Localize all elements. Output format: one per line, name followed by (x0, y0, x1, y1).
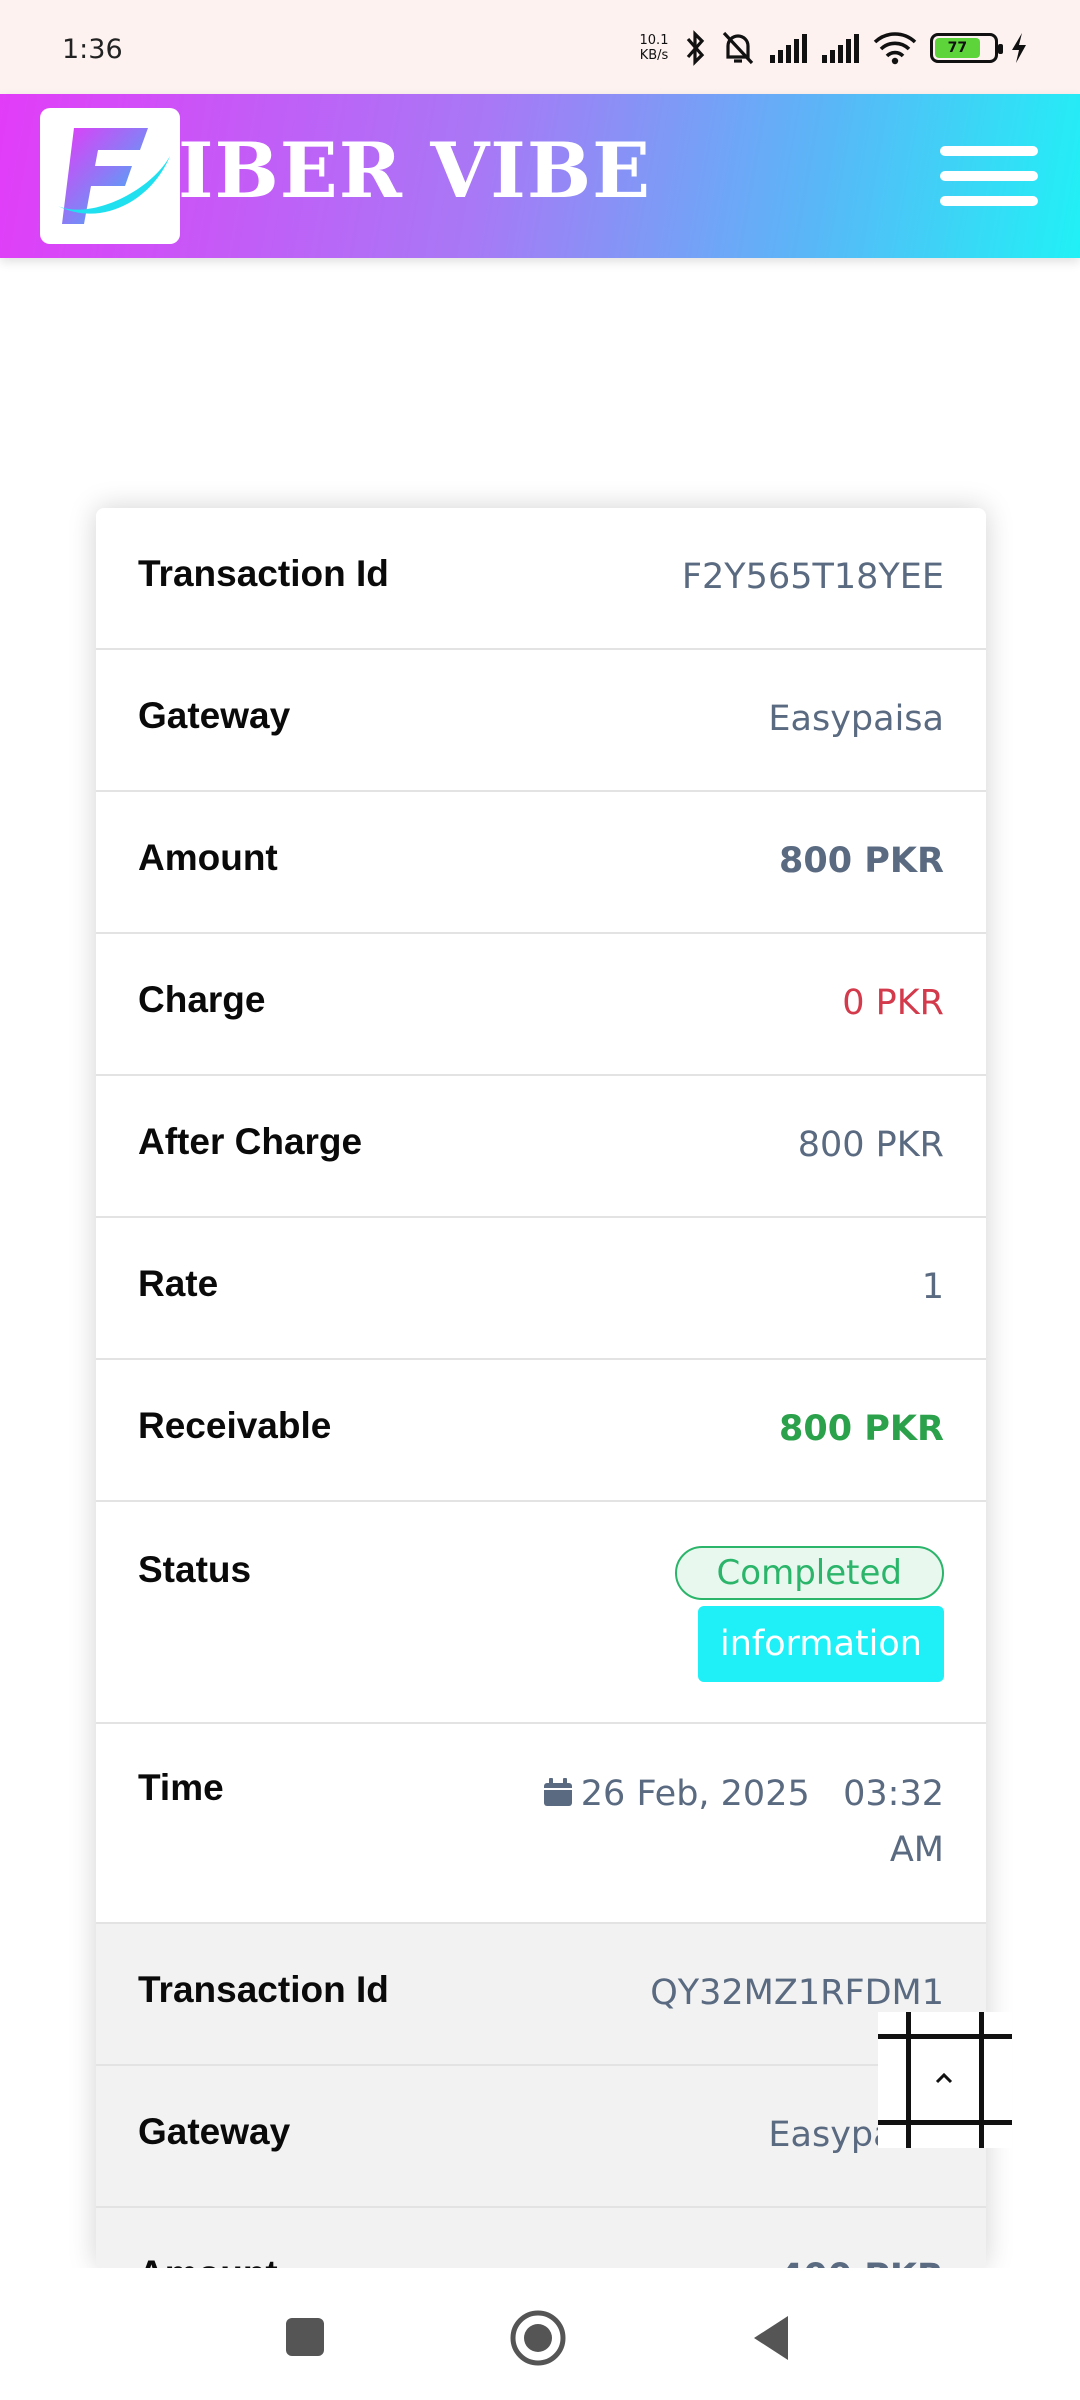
network-speed-value: 10.1 (639, 33, 669, 48)
after-charge-value: 800 PKR (797, 1125, 944, 1165)
back-triangle-icon[interactable] (744, 2308, 804, 2368)
after-charge-label: After Charge (138, 1121, 363, 1162)
network-speed-unit: KB/s (639, 48, 669, 63)
receivable-label: Receivable (138, 1405, 332, 1446)
row-amount-2: Amount 400 PKR (96, 2208, 986, 2268)
row-status: Status Completed information (96, 1502, 986, 1724)
scroll-button-line (878, 2120, 1012, 2125)
battery-level: 77 (935, 38, 980, 58)
gateway-value: Easypaisa (768, 699, 944, 739)
transaction-id-label: Transaction Id (138, 553, 389, 594)
status-badge: Completed (674, 1546, 944, 1600)
battery-icon: 77 (930, 33, 1003, 63)
signal-icon (768, 33, 808, 63)
chevron-up-icon (935, 2072, 953, 2084)
gateway-label: Gateway (138, 2111, 291, 2152)
status-bar: 1:36 10.1 KB/s 77 (0, 0, 1080, 94)
amount-label: Amount (138, 2252, 278, 2268)
information-button[interactable]: information (697, 1606, 944, 1682)
home-circle-icon[interactable] (508, 2308, 568, 2368)
charge-value: 0 PKR (842, 983, 944, 1023)
scroll-button-line (878, 2034, 1012, 2039)
logo-f-icon (58, 128, 170, 224)
transactions-card: Transaction Id F2Y565T18YEE Gateway Easy… (96, 508, 986, 2268)
status-label: Status (138, 1549, 252, 1590)
bluetooth-icon (684, 29, 708, 67)
status-time: 1:36 (62, 34, 123, 65)
hamburger-menu-icon[interactable] (940, 146, 1038, 206)
row-time: Time 26 Feb, 2025 03:32 AM (96, 1724, 986, 1924)
menu-bar (940, 171, 1038, 181)
status-values: Completed information (674, 1546, 944, 1682)
date-value: 26 Feb, 2025 (580, 1774, 810, 1814)
brand-name: IBER VIBE (178, 126, 652, 215)
brand-logo[interactable] (40, 108, 180, 244)
signal-icon (820, 33, 860, 63)
menu-bar (940, 146, 1038, 156)
transaction-id-label: Transaction Id (138, 1969, 389, 2010)
row-gateway: Gateway Easypaisa (96, 650, 986, 792)
row-after-charge: After Charge 800 PKR (96, 1076, 986, 1218)
row-rate: Rate 1 (96, 1218, 986, 1360)
amount-value: 400 PKR (779, 2252, 944, 2268)
time-of-day-value: 03:32 AM (843, 1774, 944, 1870)
wifi-icon (872, 31, 918, 65)
row-transaction-id: Transaction Id F2Y565T18YEE (96, 508, 986, 650)
app-header: IBER VIBE (0, 94, 1080, 258)
system-nav-bar (0, 2268, 1080, 2400)
time-value: 26 Feb, 2025 03:32 AM (504, 1766, 944, 1878)
row-transaction-id-2: Transaction Id QY32MZ1RFDM1 (96, 1924, 986, 2066)
scroll-to-top-button[interactable] (878, 2012, 1012, 2148)
row-charge: Charge 0 PKR (96, 934, 986, 1076)
recents-square-icon[interactable] (276, 2308, 336, 2368)
row-gateway-2: Gateway Easypaisa (96, 2066, 986, 2208)
rate-value: 1 (921, 1267, 944, 1307)
transaction-id-value: QY32MZ1RFDM1 (650, 1973, 944, 2013)
menu-bar (940, 196, 1038, 206)
time-label: Time (138, 1767, 224, 1808)
status-icons: 10.1 KB/s 77 (636, 26, 1028, 70)
amount-value: 800 PKR (779, 841, 944, 881)
scroll-button-line (906, 2012, 911, 2148)
network-speed: 10.1 KB/s (636, 33, 672, 63)
row-receivable: Receivable 800 PKR (96, 1360, 986, 1502)
transaction-id-value: F2Y565T18YEE (681, 557, 944, 597)
scroll-button-line (979, 2012, 984, 2148)
gateway-label: Gateway (138, 695, 291, 736)
receivable-value: 800 PKR (779, 1409, 944, 1449)
mute-bell-icon (720, 29, 756, 67)
rate-label: Rate (138, 1263, 219, 1304)
charging-bolt-icon (1010, 32, 1028, 64)
charge-label: Charge (138, 979, 266, 1020)
amount-label: Amount (138, 837, 278, 878)
calendar-icon (543, 1778, 572, 1806)
row-amount: Amount 800 PKR (96, 792, 986, 934)
